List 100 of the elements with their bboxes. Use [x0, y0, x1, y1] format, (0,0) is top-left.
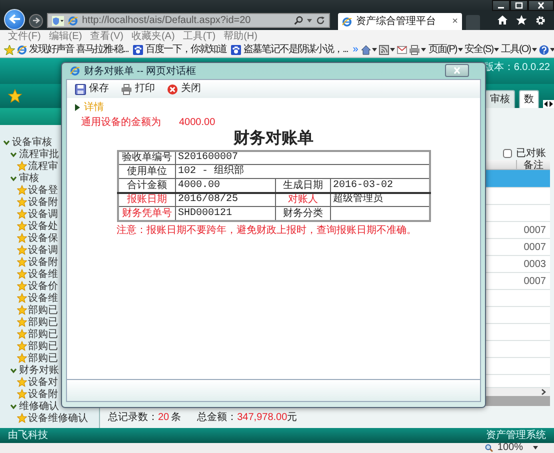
maximize-icon[interactable]: [515, 2, 523, 9]
forward-button[interactable]: [29, 14, 43, 28]
feed-icon[interactable]: [379, 44, 390, 54]
chevron-down-icon[interactable]: [10, 366, 17, 374]
forward-arrow-icon[interactable]: [32, 17, 40, 24]
tree-item[interactable]: 设备登: [0, 184, 99, 196]
scroll-right-icon[interactable]: [541, 389, 546, 395]
tree-item[interactable]: 设备调: [0, 244, 99, 256]
chevron-down-icon[interactable]: [10, 150, 17, 158]
caret-icon[interactable]: [533, 446, 538, 450]
print-button[interactable]: 打印: [117, 84, 159, 94]
tree-item[interactable]: 设备处: [0, 220, 99, 232]
tree-item[interactable]: 财务对账: [0, 364, 99, 376]
caret-icon[interactable]: [421, 48, 426, 52]
menu-item[interactable]: 查看(V): [90, 30, 124, 42]
close-icon[interactable]: [537, 2, 545, 9]
printer-icon[interactable]: [409, 44, 420, 54]
menu-item[interactable]: 工具(T): [182, 30, 216, 42]
count-unit: 条: [171, 412, 182, 422]
settings-icon[interactable]: [535, 15, 546, 26]
shield-icon[interactable]: [52, 16, 64, 26]
tree-item[interactable]: 流程审批: [0, 148, 99, 160]
tree-item[interactable]: 设备价: [0, 280, 99, 292]
tree-item[interactable]: 设备附: [0, 196, 99, 208]
tab-close-button[interactable]: ×: [452, 16, 458, 27]
menu-item[interactable]: 编辑(E): [48, 30, 82, 42]
tree-item[interactable]: 部购已: [0, 328, 99, 340]
refresh-icon[interactable]: [316, 16, 325, 25]
command-menu-button[interactable]: 安全(S): [464, 44, 500, 54]
tree-item[interactable]: 部购已: [0, 340, 99, 352]
command-menu-button[interactable]: 工具(O): [501, 44, 536, 54]
home-icon[interactable]: [361, 44, 372, 54]
menu-item[interactable]: 帮助(H): [224, 30, 258, 42]
tree-item[interactable]: 部购已: [0, 304, 99, 316]
field-value: 超级管理员: [330, 192, 430, 207]
mail-icon[interactable]: [397, 46, 408, 54]
caret-icon[interactable]: [550, 48, 554, 52]
command-menu-button[interactable]: 页面(P): [428, 44, 463, 54]
menu-item[interactable]: 文件(F): [8, 30, 41, 42]
scroll-arrows-icon[interactable]: [543, 100, 554, 108]
tab[interactable]: 数: [519, 90, 539, 108]
browser-tab[interactable]: 资产综合管理平台 ×: [338, 13, 462, 30]
favorites-icon[interactable]: [516, 15, 527, 25]
caret-icon[interactable]: [458, 48, 463, 52]
caret-icon[interactable]: [494, 48, 500, 52]
tree-item[interactable]: 设备维: [0, 292, 99, 304]
save-button[interactable]: 保存: [71, 84, 113, 94]
maximize-button[interactable]: [510, 0, 528, 11]
caret-icon[interactable]: [532, 48, 536, 52]
tree-item[interactable]: 维修确认: [0, 400, 99, 412]
search-icon[interactable]: [294, 16, 303, 25]
url-text: http://localhost/ais/Default.aspx?id=20: [82, 15, 252, 26]
printer-icon[interactable]: [121, 84, 132, 94]
back-button[interactable]: [4, 8, 25, 30]
expand-arrow-icon[interactable]: [75, 104, 80, 111]
tree-item[interactable]: 设备保: [0, 232, 99, 244]
back-arrow-icon[interactable]: [8, 14, 20, 24]
menu-item[interactable]: 收藏夹(A): [131, 30, 175, 42]
amount-value: 4000.00: [179, 117, 216, 128]
company-name: 由飞科技: [8, 430, 48, 441]
tree-item[interactable]: 设备审核: [0, 136, 99, 148]
star-icon: [17, 389, 27, 399]
column-header[interactable]: 备注: [516, 160, 550, 169]
chevron-down-icon[interactable]: [3, 138, 10, 146]
favorite-link[interactable]: 发现好声音 喜马拉雅-稳...: [29, 44, 128, 55]
checkbox[interactable]: [503, 148, 512, 158]
field-value: 2016/08/25: [176, 192, 276, 207]
tree-item[interactable]: 设备附: [0, 256, 99, 268]
tree-item[interactable]: 部购已: [0, 316, 99, 328]
total-unit: 元: [287, 412, 298, 422]
star-icon: [17, 329, 27, 339]
tree-item[interactable]: 设备维: [0, 268, 99, 280]
tree-item[interactable]: 审核: [0, 172, 99, 184]
tab-title: 资产综合管理平台: [356, 16, 437, 27]
zoom-icon[interactable]: [485, 444, 494, 452]
count-value: 20: [158, 412, 170, 422]
caret-icon[interactable]: [372, 48, 378, 52]
tree-item[interactable]: 设备维修确认: [0, 412, 99, 424]
home-icon[interactable]: [497, 15, 508, 25]
tree-item[interactable]: 设备附: [0, 388, 99, 400]
more-favorites-button[interactable]: »: [352, 44, 358, 55]
tab[interactable]: 审核: [485, 90, 515, 108]
address-field[interactable]: http://localhost/ais/Default.aspx?id=20: [47, 13, 330, 28]
favorite-link[interactable]: 盗墓笔记不是阴谋小说，...: [243, 44, 348, 55]
caret-icon[interactable]: [390, 48, 396, 52]
tree-item[interactable]: 设备对: [0, 376, 99, 388]
close-button[interactable]: 关闭: [163, 84, 205, 94]
minimize-button[interactable]: [492, 0, 510, 11]
close-button[interactable]: [528, 0, 554, 11]
help-icon[interactable]: [538, 44, 548, 54]
table-cell-text: 0003: [522, 258, 547, 270]
table-cell-text: 0007: [522, 276, 547, 286]
favorite-link[interactable]: 百度一下，你就知道: [145, 44, 226, 55]
help-button[interactable]: [538, 44, 554, 54]
chevron-down-icon[interactable]: [10, 402, 17, 410]
zoom-level[interactable]: 100%: [497, 443, 523, 453]
tree-item[interactable]: 部购已: [0, 352, 99, 364]
tree-item[interactable]: 流程审: [0, 160, 99, 172]
chevron-down-icon[interactable]: [10, 174, 17, 182]
tree-item[interactable]: 设备调: [0, 208, 99, 220]
